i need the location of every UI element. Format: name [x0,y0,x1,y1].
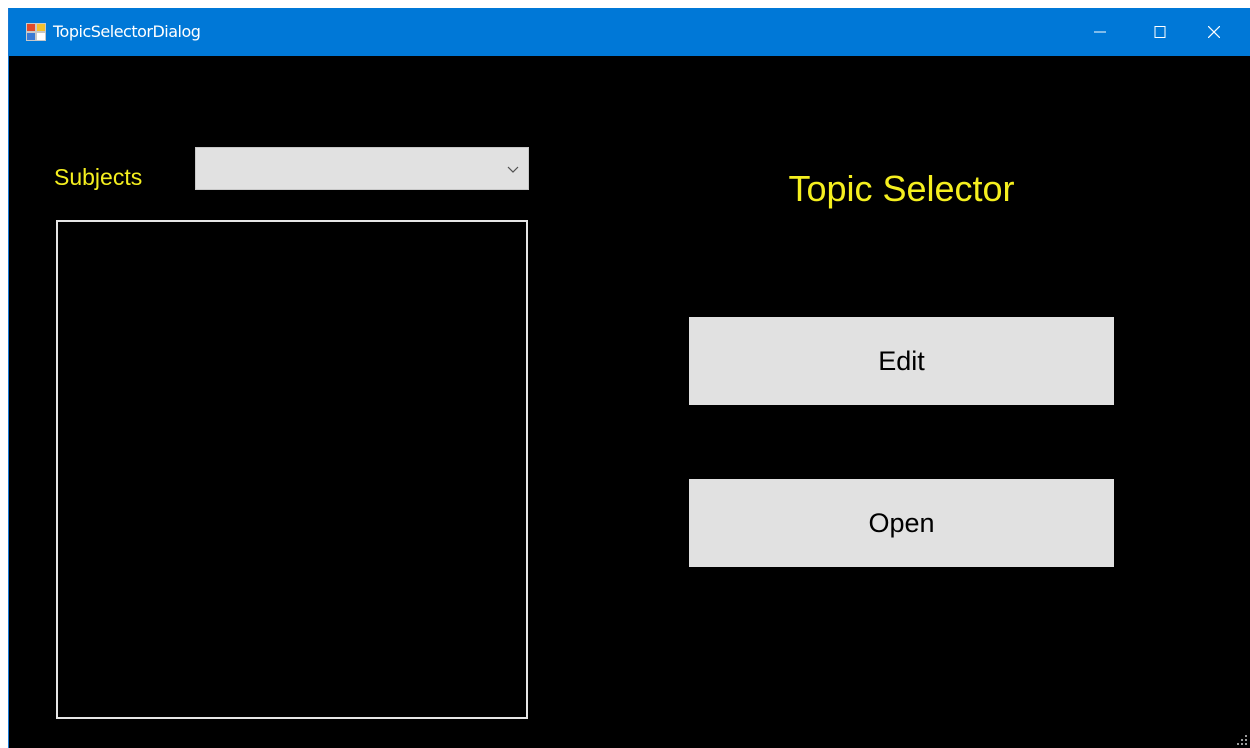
maximize-icon [1154,26,1166,38]
subjects-label: Subjects [54,164,143,190]
topic-selector-window: TopicSelectorDialog Subjects Topic Selec… [8,8,1250,748]
edit-button[interactable]: Edit [689,317,1114,405]
close-button[interactable] [1191,8,1237,56]
close-icon [1208,26,1220,38]
app-icon [26,23,46,41]
subjects-list-box[interactable] [56,220,528,719]
page-title: Topic Selector [788,168,1015,209]
minimize-icon [1094,31,1106,33]
minimize-button[interactable] [1077,8,1123,56]
title-bar[interactable]: TopicSelectorDialog [9,8,1250,56]
subjects-dropdown[interactable] [195,147,529,190]
resize-grip-icon[interactable] [1236,734,1248,746]
chevron-down-icon [507,166,519,173]
maximize-button[interactable] [1137,8,1183,56]
window-title: TopicSelectorDialog [53,22,201,41]
open-button[interactable]: Open [689,479,1114,567]
